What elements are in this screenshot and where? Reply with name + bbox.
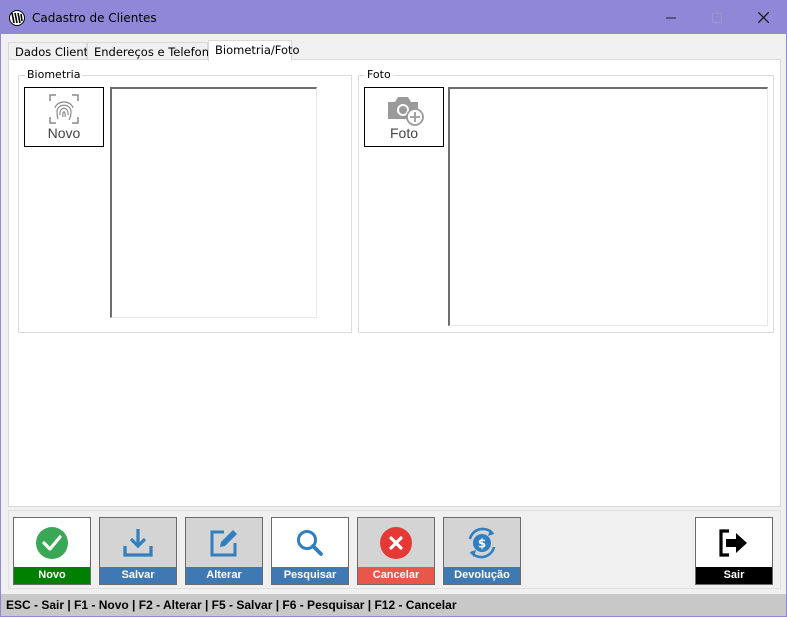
tab-dados-cliente[interactable]: Dados Cliente xyxy=(8,42,95,60)
salvar-button-label: Salvar xyxy=(100,567,176,584)
pesquisar-button-label: Pesquisar xyxy=(272,567,348,584)
close-button[interactable] xyxy=(740,1,786,34)
foto-picture-box xyxy=(448,87,768,326)
maximize-icon xyxy=(712,12,722,23)
salvar-button[interactable]: Salvar xyxy=(99,517,177,585)
download-icon xyxy=(123,529,153,557)
tab-label: Endereços e Telefones xyxy=(94,45,223,59)
foto-button-label: Foto xyxy=(389,125,418,141)
foto-group-label: Foto xyxy=(365,68,393,81)
pesquisar-button[interactable]: Pesquisar xyxy=(271,517,349,585)
camera-add-icon xyxy=(388,97,424,126)
biometria-group-label: Biometria xyxy=(25,68,83,81)
foto-button[interactable]: Foto xyxy=(364,87,444,147)
close-circle-icon xyxy=(380,527,412,559)
fingerprint-icon xyxy=(49,94,79,124)
exit-icon xyxy=(719,529,747,557)
edit-icon xyxy=(210,530,237,557)
svg-text:$: $ xyxy=(478,537,486,551)
cancelar-button[interactable]: Cancelar xyxy=(357,517,435,585)
close-icon xyxy=(757,12,769,23)
window-title: Cadastro de Clientes xyxy=(32,11,157,25)
tab-enderecos-telefones[interactable]: Endereços e Telefones xyxy=(87,42,222,60)
alterar-button[interactable]: Alterar xyxy=(185,517,263,585)
novo-button[interactable]: Novo xyxy=(13,517,91,585)
cancelar-button-label: Cancelar xyxy=(358,567,434,584)
maximize-button[interactable] xyxy=(694,1,740,34)
minimize-button[interactable] xyxy=(648,1,694,34)
check-circle-icon xyxy=(36,527,68,559)
title-bar[interactable]: Cadastro de Clientes xyxy=(1,1,786,34)
alterar-button-label: Alterar xyxy=(186,567,262,584)
search-icon xyxy=(297,530,323,556)
action-toolbar: Novo Salvar Alterar Pesquisar Cancelar $… xyxy=(8,510,781,589)
main-window: Cadastro de Clientes Dados Cliente Ender… xyxy=(0,0,787,617)
sair-button[interactable]: Sair xyxy=(695,517,773,585)
devolucao-button[interactable]: $ Devolução xyxy=(443,517,521,585)
devolucao-button-label: Devolução xyxy=(444,567,520,584)
biometria-picture-box xyxy=(110,87,317,318)
sair-button-label: Sair xyxy=(696,567,772,584)
biometria-group: Biometria Novo xyxy=(18,68,352,333)
novo-button-label: Novo xyxy=(14,567,90,584)
app-logo-icon xyxy=(9,10,25,26)
dollar-refresh-icon: $ xyxy=(468,527,496,559)
tab-biometria-foto[interactable]: Biometria/Foto xyxy=(208,40,300,61)
tab-page-biometria-foto: Biometria Novo Foto Foto xyxy=(8,59,781,507)
tab-label: Biometria/Foto xyxy=(215,43,300,57)
biometria-novo-label: Novo xyxy=(47,125,81,141)
biometria-novo-button[interactable]: Novo xyxy=(24,87,104,147)
minimize-icon xyxy=(666,17,676,18)
foto-group: Foto Foto xyxy=(358,68,774,333)
shortcut-status-bar: ESC - Sair | F1 - Novo | F2 - Alterar | … xyxy=(1,594,786,616)
tab-label: Dados Cliente xyxy=(15,45,96,59)
